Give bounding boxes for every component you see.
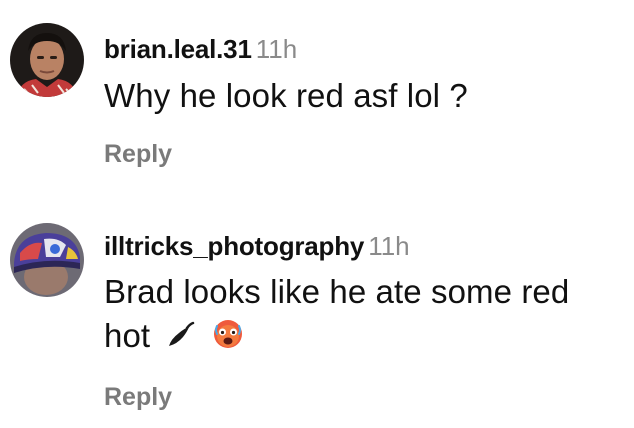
timestamp: 11h bbox=[368, 231, 410, 261]
avatar[interactable] bbox=[10, 23, 84, 97]
reply-button[interactable]: Reply bbox=[104, 383, 172, 412]
username[interactable]: brian.leal.31 bbox=[104, 34, 252, 64]
avatar-image bbox=[10, 23, 84, 97]
username[interactable]: illtricks_photography bbox=[104, 231, 364, 261]
comment-meta: illtricks_photography 11h bbox=[104, 233, 410, 259]
timestamp: 11h bbox=[255, 34, 298, 64]
reply-button[interactable]: Reply bbox=[104, 140, 172, 169]
avatar[interactable] bbox=[10, 223, 84, 297]
comment-meta: brian.leal.31 11h bbox=[104, 36, 297, 62]
comment-text: Why he look red asf lol ? bbox=[104, 77, 468, 114]
comment: brian.leal.31 11h Why he look red asf lol… bbox=[0, 0, 634, 200]
avatar-image bbox=[10, 223, 84, 297]
hot-face-icon bbox=[211, 316, 245, 361]
hot-pepper-icon bbox=[165, 316, 195, 360]
comment-text: Brad looks like he ate some red hot bbox=[104, 270, 624, 361]
comment: illtricks_photography 11h Brad looks like… bbox=[0, 200, 634, 428]
